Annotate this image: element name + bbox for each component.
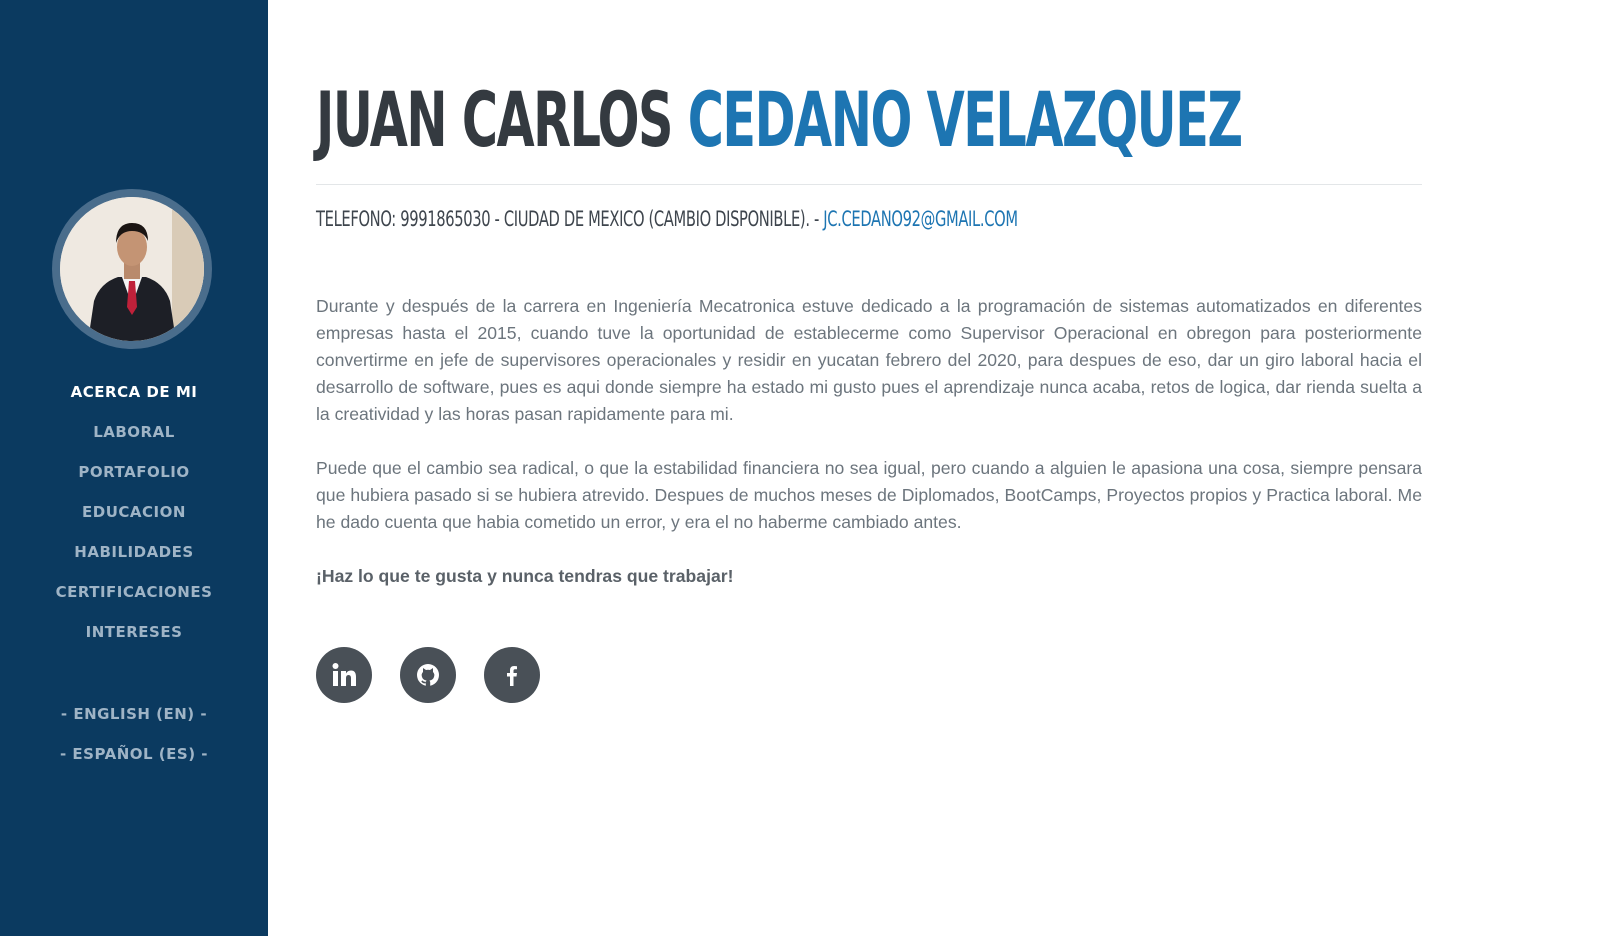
nav-item-portafolio[interactable]: PORTAFOLIO	[0, 452, 268, 492]
sidebar-nav: ACERCA DE MI LABORAL PORTAFOLIO EDUCACIO…	[0, 372, 268, 652]
linkedin-button[interactable]	[316, 647, 372, 703]
linkedin-icon	[332, 663, 356, 686]
social-links	[316, 647, 540, 703]
github-button[interactable]	[400, 647, 456, 703]
nav-item-habilidades[interactable]: HABILIDADES	[0, 532, 268, 572]
about-paragraph-1: Durante y después de la carrera en Ingen…	[316, 296, 1422, 424]
page-title: JUAN CARLOS CEDANO VELAZQUEZ	[316, 72, 1243, 168]
nav-item-intereses[interactable]: INTERESES	[0, 612, 268, 652]
nav-item-educacion[interactable]: EDUCACION	[0, 492, 268, 532]
github-icon	[417, 664, 439, 686]
first-name: JUAN CARLOS	[316, 75, 673, 164]
profile-photo	[60, 197, 204, 341]
about-section: Durante y después de la carrera en Ingen…	[316, 293, 1422, 617]
avatar	[52, 189, 212, 349]
last-name: CEDANO VELAZQUEZ	[687, 75, 1243, 164]
about-paragraph-2: Puede que el cambio sea radical, o que l…	[316, 458, 1422, 532]
nav-item-certificaciones[interactable]: CERTIFICACIONES	[0, 572, 268, 612]
contact-info: TELEFONO: 9991865030 - CIUDAD DE MEXICO …	[316, 207, 819, 231]
contact-line: TELEFONO: 9991865030 - CIUDAD DE MEXICO …	[316, 204, 1018, 234]
sidebar: ACERCA DE MI LABORAL PORTAFOLIO EDUCACIO…	[0, 0, 268, 936]
language-switcher: - ENGLISH (EN) - - ESPAÑOL (ES) -	[0, 694, 268, 774]
nav-item-acerca-de-mi[interactable]: ACERCA DE MI	[0, 372, 268, 412]
nav-item-laboral[interactable]: LABORAL	[0, 412, 268, 452]
about-quote: ¡Haz lo que te gusta y nunca tendras que…	[316, 566, 734, 586]
language-spanish-link[interactable]: - ESPAÑOL (ES) -	[0, 734, 268, 774]
facebook-icon	[507, 666, 517, 686]
email-link[interactable]: JC.CEDANO92@GMAIL.COM	[823, 207, 1018, 231]
divider	[316, 184, 1422, 185]
facebook-button[interactable]	[484, 647, 540, 703]
language-english-link[interactable]: - ENGLISH (EN) -	[0, 694, 268, 734]
